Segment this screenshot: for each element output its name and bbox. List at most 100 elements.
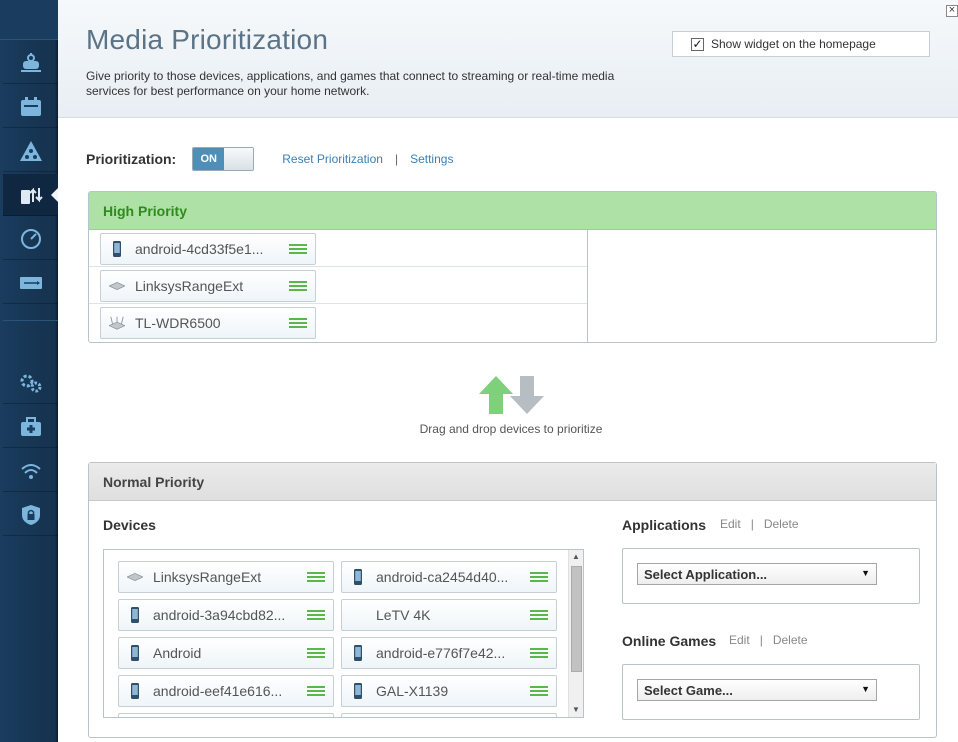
sidebar-item-media-prioritization[interactable] bbox=[3, 174, 58, 216]
drag-handle-icon[interactable] bbox=[307, 646, 325, 660]
phone-icon bbox=[127, 683, 143, 699]
link-separator: | bbox=[394, 152, 399, 166]
select-game-dropdown[interactable]: Select Game... ▼ bbox=[637, 679, 877, 701]
devices-scrollbar[interactable]: ▲ ▼ bbox=[568, 550, 583, 717]
calendar-icon bbox=[20, 96, 41, 116]
settings-link[interactable]: Settings bbox=[410, 152, 453, 166]
sidebar-item-connectivity[interactable] bbox=[3, 362, 58, 404]
media-prioritization-icon bbox=[20, 187, 43, 204]
drag-handle-icon[interactable] bbox=[530, 570, 548, 584]
device-chip[interactable]: Android bbox=[118, 637, 334, 669]
device-chip[interactable]: android-eef41e616... bbox=[118, 675, 334, 707]
close-button[interactable]: × bbox=[946, 5, 958, 17]
blank-device-icon bbox=[350, 607, 366, 623]
show-widget-checkbox[interactable]: ✓ bbox=[691, 37, 704, 51]
chevron-down-icon: ▼ bbox=[861, 568, 870, 578]
router-settings-icon bbox=[20, 52, 41, 72]
arrow-up-icon bbox=[478, 376, 513, 414]
phone-icon bbox=[109, 241, 125, 257]
sidebar bbox=[0, 0, 58, 742]
drag-handle-icon[interactable] bbox=[307, 570, 325, 584]
device-chip[interactable]: LeTV 4K bbox=[341, 599, 557, 631]
prioritization-toggle[interactable]: ON bbox=[192, 147, 255, 171]
main-panel: Media Prioritization Give priority to th… bbox=[58, 0, 958, 742]
sidebar-item-usb-storage[interactable] bbox=[3, 262, 58, 304]
sidebar-item-parental-controls[interactable] bbox=[3, 86, 58, 128]
device-name: GAL-X1139 bbox=[376, 683, 449, 699]
reset-prioritization-link[interactable]: Reset Prioritization bbox=[282, 152, 383, 166]
device-chip[interactable]: android-ca2454d40... bbox=[341, 561, 557, 593]
range-extender-icon bbox=[109, 278, 125, 294]
active-indicator bbox=[51, 188, 58, 202]
device-chip[interactable]: LinksysRangeExt bbox=[118, 561, 334, 593]
sidebar-item-speed-test[interactable] bbox=[3, 218, 58, 260]
list-item: LinksysRangeExt bbox=[89, 267, 587, 304]
device-name: android-3a94cbd82... bbox=[153, 607, 286, 623]
drag-handle-icon[interactable] bbox=[530, 646, 548, 660]
device-chip[interactable]: TL-WDR6500 bbox=[100, 307, 316, 339]
show-widget-option[interactable]: ✓ Show widget on the homepage bbox=[672, 31, 930, 57]
select-application-dropdown[interactable]: Select Application... ▼ bbox=[637, 563, 877, 585]
device-chip[interactable]: android-4cd33f5e1... bbox=[100, 233, 316, 265]
drag-handle-icon[interactable] bbox=[289, 242, 307, 256]
device-chip[interactable] bbox=[118, 713, 334, 717]
drag-handle-icon[interactable] bbox=[307, 608, 325, 622]
high-priority-panel: High Priority android-4cd33f5e1... Links… bbox=[88, 191, 937, 343]
applications-delete-link[interactable]: Delete bbox=[764, 517, 799, 531]
games-delete-link[interactable]: Delete bbox=[773, 633, 808, 647]
sidebar-item-security[interactable] bbox=[3, 494, 58, 536]
device-name: LeTV 4K bbox=[376, 607, 431, 623]
arrow-down-icon bbox=[509, 376, 544, 414]
sidebar-item-router-settings[interactable] bbox=[3, 42, 58, 84]
normal-priority-panel: Normal Priority Devices LinksysRangeExt … bbox=[88, 462, 937, 738]
select-application-value: Select Application... bbox=[644, 567, 768, 582]
device-chip[interactable]: GAL-X1139 bbox=[341, 675, 557, 707]
speed-test-icon bbox=[20, 228, 41, 249]
phone-icon bbox=[127, 645, 143, 661]
sidebar-item-network-map[interactable] bbox=[3, 130, 58, 172]
chevron-down-icon: ▼ bbox=[861, 684, 870, 694]
online-games-label: Online Games bbox=[622, 633, 717, 649]
device-chip[interactable] bbox=[341, 713, 557, 717]
applications-label: Applications bbox=[622, 517, 707, 533]
toggle-knob bbox=[224, 148, 254, 170]
scroll-down-arrow-icon[interactable]: ▼ bbox=[569, 703, 583, 717]
page-title: Media Prioritization bbox=[86, 24, 329, 55]
phone-icon bbox=[350, 645, 366, 661]
drag-handle-icon[interactable] bbox=[307, 684, 325, 698]
drag-handle-icon[interactable] bbox=[289, 316, 307, 330]
applications-edit-link[interactable]: Edit bbox=[720, 517, 741, 531]
link-separator: | bbox=[750, 517, 754, 531]
header: Media Prioritization Give priority to th… bbox=[58, 0, 958, 118]
phone-icon bbox=[350, 683, 366, 699]
usb-storage-icon bbox=[19, 276, 42, 289]
device-name: LinksysRangeExt bbox=[135, 278, 244, 294]
drag-handle-icon[interactable] bbox=[530, 684, 548, 698]
phone-icon bbox=[350, 569, 366, 585]
online-games-panel: Select Game... ▼ bbox=[622, 664, 920, 720]
list-item: TL-WDR6500 bbox=[89, 304, 587, 341]
device-chip[interactable]: android-3a94cbd82... bbox=[118, 599, 334, 631]
wireless-icon bbox=[20, 463, 41, 479]
drag-drop-hint: Drag and drop devices to prioritize bbox=[416, 376, 606, 436]
games-edit-link[interactable]: Edit bbox=[729, 633, 750, 647]
normal-devices-list[interactable]: LinksysRangeExt android-ca2454d40... and… bbox=[103, 549, 584, 718]
device-name: android-eef41e616... bbox=[153, 683, 283, 699]
device-chip[interactable]: android-e776f7e42... bbox=[341, 637, 557, 669]
drag-handle-icon[interactable] bbox=[530, 608, 548, 622]
phone-icon bbox=[127, 607, 143, 623]
high-priority-list: android-4cd33f5e1... LinksysRangeExt TL-… bbox=[89, 230, 588, 342]
page-description: Give priority to those devices, applicat… bbox=[86, 69, 615, 98]
applications-actions: Edit | Delete bbox=[720, 517, 799, 531]
sidebar-item-wireless[interactable] bbox=[3, 450, 58, 492]
sidebar-top bbox=[0, 0, 58, 40]
connectivity-gear-icon bbox=[20, 374, 41, 392]
device-chip[interactable]: LinksysRangeExt bbox=[100, 270, 316, 302]
range-extender-icon bbox=[127, 569, 143, 585]
device-name: LinksysRangeExt bbox=[153, 569, 262, 585]
scroll-thumb[interactable] bbox=[571, 566, 582, 672]
drag-handle-icon[interactable] bbox=[289, 279, 307, 293]
scroll-up-arrow-icon[interactable]: ▲ bbox=[569, 550, 583, 564]
online-games-actions: Edit | Delete bbox=[729, 633, 808, 647]
sidebar-item-troubleshooting[interactable] bbox=[3, 406, 58, 448]
